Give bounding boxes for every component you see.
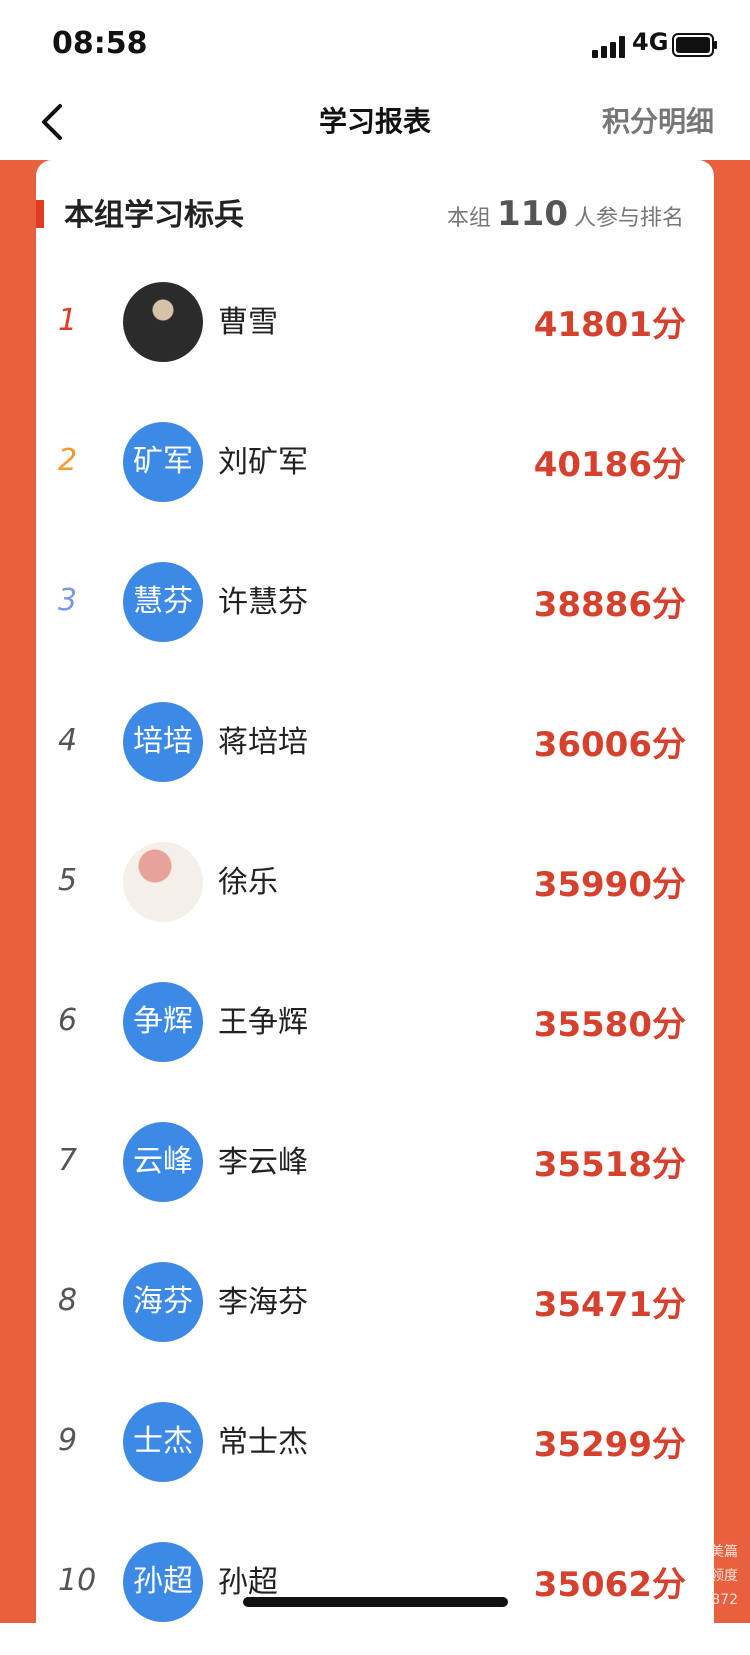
ranking-row[interactable]: 2 矿军 刘矿军 40186分 xyxy=(36,395,714,535)
participants-info: 本组 110 人参与排名 xyxy=(447,194,684,234)
ranking-row[interactable]: 3 慧芬 许慧芬 38886分 xyxy=(36,535,714,675)
status-time: 08:58 xyxy=(52,26,148,61)
participants-count: 110 xyxy=(497,194,568,234)
avatar[interactable] xyxy=(123,282,203,362)
signal-icon xyxy=(592,36,626,58)
home-indicator[interactable] xyxy=(243,1597,508,1607)
ranking-row[interactable]: 9 士杰 常士杰 35299分 xyxy=(36,1375,714,1515)
ranking-row[interactable]: 7 云峰 李云峰 35518分 xyxy=(36,1095,714,1235)
member-score: 35062分 xyxy=(533,1565,686,1605)
member-score: 36006分 xyxy=(533,725,686,765)
avatar[interactable]: 孙超 xyxy=(123,1542,203,1622)
avatar[interactable]: 慧芬 xyxy=(123,562,203,642)
member-name: 李海芬 xyxy=(218,1285,308,1320)
group-title: 本组学习标兵 xyxy=(64,198,244,233)
member-name: 徐乐 xyxy=(218,865,278,900)
avatar[interactable] xyxy=(123,842,203,922)
rank-number: 5 xyxy=(58,863,78,898)
watermark-line: 领度 xyxy=(710,1568,738,1584)
member-score: 35518分 xyxy=(533,1145,686,1185)
member-score: 35471分 xyxy=(533,1285,686,1325)
member-score: 40186分 xyxy=(533,445,686,485)
accent-bar xyxy=(36,200,44,228)
member-score: 35990分 xyxy=(533,865,686,905)
ranking-card: 本组学习标兵 本组 110 人参与排名 1 曹雪 41801分 2 矿军 刘矿军 4… xyxy=(36,160,714,1623)
watermark: 美篇 领度 872 xyxy=(678,1540,738,1612)
rank-number: 7 xyxy=(58,1143,78,1178)
member-name: 蒋培培 xyxy=(218,725,308,760)
member-score: 35580分 xyxy=(533,1005,686,1045)
rank-number: 8 xyxy=(58,1283,78,1318)
member-name: 曹雪 xyxy=(218,305,278,340)
status-bar: 08:58 4G xyxy=(0,0,750,90)
ranking-row[interactable]: 4 培培 蒋培培 36006分 xyxy=(36,675,714,815)
participants-prefix: 本组 xyxy=(446,206,491,231)
ranking-row[interactable]: 5 徐乐 35990分 xyxy=(36,815,714,955)
rank-number: 4 xyxy=(58,723,78,758)
member-score: 41801分 xyxy=(533,305,686,345)
member-name: 李云峰 xyxy=(218,1145,308,1180)
rank-number: 2 xyxy=(58,443,78,478)
avatar[interactable]: 争辉 xyxy=(123,982,203,1062)
card-header: 本组学习标兵 本组 110 人参与排名 xyxy=(36,190,714,250)
nav-bar: 学习报表 积分明细 xyxy=(0,90,750,160)
rank-number: 3 xyxy=(58,583,78,618)
network-type: 4G xyxy=(632,28,669,56)
rank-number: 10 xyxy=(58,1563,97,1598)
battery-icon xyxy=(672,33,717,57)
watermark-line: 美篇 xyxy=(710,1544,738,1560)
rank-number: 6 xyxy=(58,1003,78,1038)
ranking-row[interactable]: 6 争辉 王争辉 35580分 xyxy=(36,955,714,1095)
member-score: 38886分 xyxy=(533,585,686,625)
member-name: 孙超 xyxy=(218,1565,278,1600)
ranking-row[interactable]: 8 海芬 李海芬 35471分 xyxy=(36,1235,714,1375)
rank-number: 9 xyxy=(58,1423,78,1458)
member-name: 常士杰 xyxy=(218,1425,308,1460)
member-name: 许慧芬 xyxy=(218,585,308,620)
rank-number: 1 xyxy=(58,303,78,338)
avatar[interactable]: 士杰 xyxy=(123,1402,203,1482)
ranking-row[interactable]: 1 曹雪 41801分 xyxy=(36,255,714,395)
member-name: 刘矿军 xyxy=(218,445,308,480)
participants-suffix: 人参与排名 xyxy=(573,206,684,231)
avatar[interactable]: 海芬 xyxy=(123,1262,203,1342)
avatar[interactable]: 云峰 xyxy=(123,1122,203,1202)
avatar[interactable]: 培培 xyxy=(123,702,203,782)
avatar[interactable]: 矿军 xyxy=(123,422,203,502)
points-detail-link[interactable]: 积分明细 xyxy=(602,100,714,140)
member-name: 王争辉 xyxy=(218,1005,308,1040)
member-score: 35299分 xyxy=(533,1425,686,1465)
ranking-row[interactable]: 10 孙超 孙超 35062分 xyxy=(36,1515,714,1655)
watermark-line: 872 xyxy=(711,1592,738,1608)
